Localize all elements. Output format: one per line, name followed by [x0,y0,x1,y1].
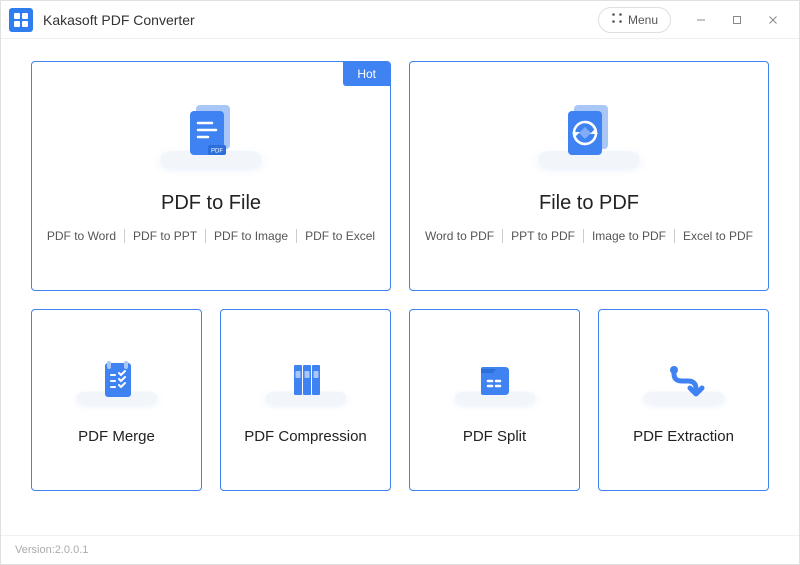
window-controls [683,5,791,35]
option-excel-to-pdf[interactable]: Excel to PDF [675,229,761,243]
close-button[interactable] [755,5,791,35]
app-title: Kakasoft PDF Converter [43,12,195,28]
card-pdf-to-file[interactable]: Hot PDF PDF to File PDF to Word [31,61,391,291]
option-pdf-to-excel[interactable]: PDF to Excel [297,229,383,243]
merge-icon [93,355,141,408]
bottom-row: PDF Merge PDF Compression [31,309,769,491]
card-pdf-extraction[interactable]: PDF Extraction [598,309,769,491]
app-window: Kakasoft PDF Converter Menu Hot [0,0,800,565]
version-label: Version:2.0.0.1 [15,544,88,556]
extraction-icon [660,355,708,408]
option-pdf-to-word[interactable]: PDF to Word [39,229,125,243]
card-title: PDF to File [161,192,261,215]
pdf-to-file-icon: PDF [178,99,244,170]
split-icon [471,355,519,408]
option-pdf-to-ppt[interactable]: PDF to PPT [125,229,206,243]
minimize-button[interactable] [683,5,719,35]
card-pdf-compression[interactable]: PDF Compression [220,309,391,491]
card-title: PDF Merge [78,428,155,445]
option-word-to-pdf[interactable]: Word to PDF [417,229,503,243]
card-title: PDF Compression [244,428,367,445]
top-row: Hot PDF PDF to File PDF to Word [31,61,769,291]
titlebar: Kakasoft PDF Converter Menu [1,1,799,39]
card-pdf-merge[interactable]: PDF Merge [31,309,202,491]
menu-icon [611,12,623,27]
svg-text:PDF: PDF [211,149,223,155]
menu-button[interactable]: Menu [598,7,671,33]
card-title: PDF Split [463,428,526,445]
sub-options: PDF to Word PDF to PPT PDF to Image PDF … [39,229,383,243]
app-logo-icon [9,8,33,32]
option-ppt-to-pdf[interactable]: PPT to PDF [503,229,584,243]
content-area: Hot PDF PDF to File PDF to Word [1,39,799,535]
hot-badge: Hot [343,62,390,86]
file-to-pdf-icon [556,99,622,170]
card-pdf-split[interactable]: PDF Split [409,309,580,491]
menu-label: Menu [628,13,658,27]
footer: Version:2.0.0.1 [1,535,799,564]
card-title: PDF Extraction [633,428,734,445]
sub-options: Word to PDF PPT to PDF Image to PDF Exce… [417,229,761,243]
compression-icon [282,355,330,408]
option-image-to-pdf[interactable]: Image to PDF [584,229,675,243]
card-file-to-pdf[interactable]: File to PDF Word to PDF PPT to PDF Image… [409,61,769,291]
option-pdf-to-image[interactable]: PDF to Image [206,229,297,243]
card-title: File to PDF [539,192,639,215]
maximize-button[interactable] [719,5,755,35]
